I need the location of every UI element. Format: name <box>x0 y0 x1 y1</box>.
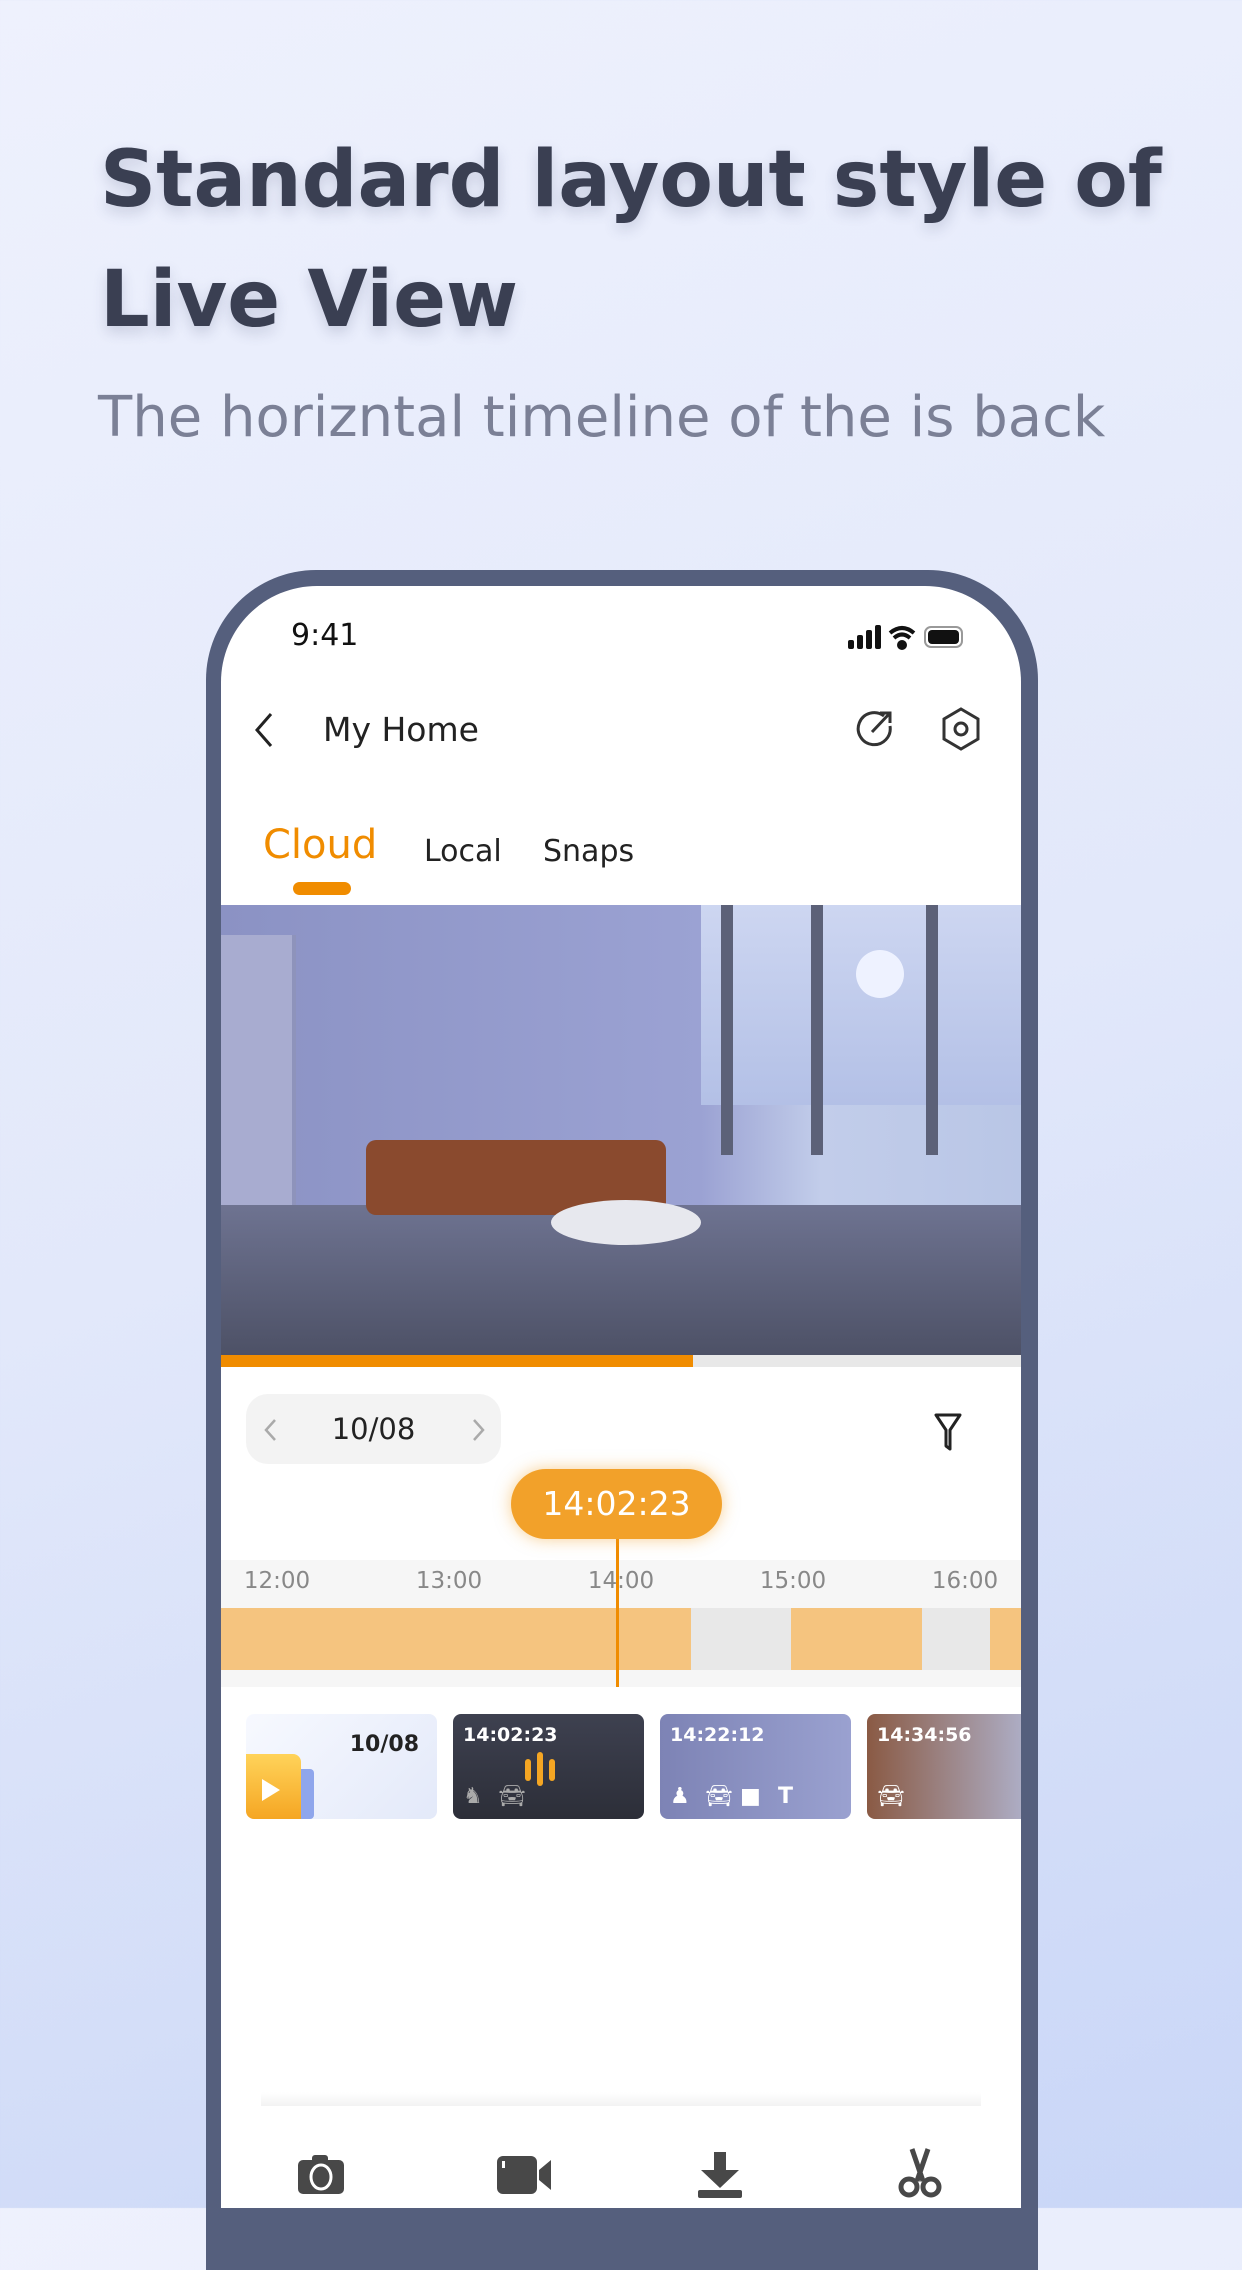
timeline-tick: 12:00 <box>243 1568 311 1594</box>
next-date-icon[interactable] <box>471 1418 487 1442</box>
playback-progress[interactable] <box>221 1355 1021 1367</box>
camera-icon[interactable] <box>296 2152 346 2196</box>
person-icon: ♟ <box>670 1784 690 1809</box>
clip-thumbnail[interactable]: 14:02:23 ♞ 🚘︎ <box>453 1714 644 1819</box>
video-player[interactable] <box>221 905 1021 1355</box>
share-icon[interactable] <box>854 708 896 750</box>
clip-time: 14:34:56 <box>877 1724 972 1746</box>
back-icon[interactable] <box>251 710 277 750</box>
clip-time: 14:22:12 <box>670 1724 765 1746</box>
signal-icon <box>848 625 881 649</box>
clip-thumbnail[interactable]: 14:34:56 🚘︎ <box>867 1714 1021 1819</box>
car-icon: 🚘︎ <box>498 1784 526 1809</box>
timeline[interactable]: 12:00 13:00 14:00 15:00 16:00 <box>221 1560 1021 1687</box>
filter-icon[interactable] <box>933 1412 963 1452</box>
recorded-segment[interactable] <box>791 1608 922 1670</box>
text-icon: T <box>778 1784 794 1809</box>
current-time-bubble: 14:02:23 <box>511 1469 722 1539</box>
device-title: My Home <box>323 710 479 749</box>
status-icons <box>848 625 963 650</box>
clip-day-summary[interactable]: 10/08 <box>246 1714 437 1819</box>
phone-screen: 9:41 My Home Cloud Local Snaps 10/08 12:… <box>221 586 1021 2208</box>
video-record-icon[interactable] <box>495 2152 555 2196</box>
pet-icon: ♞ <box>463 1784 483 1809</box>
window <box>701 905 1021 1105</box>
car-icon: 🚘︎ <box>877 1784 905 1809</box>
car-icon: 🚘︎ <box>705 1784 733 1809</box>
door <box>221 935 296 1225</box>
clip-thumbnail[interactable]: 14:22:12 ♟ 🚘︎ ■ T <box>660 1714 851 1819</box>
timeline-cursor[interactable] <box>616 1539 619 1687</box>
progress-fill <box>221 1355 693 1367</box>
toolbar-divider <box>261 2092 981 2106</box>
timeline-tick: 14:00 <box>587 1568 655 1594</box>
package-icon: ■ <box>740 1784 761 1809</box>
recorded-segment[interactable] <box>990 1608 1021 1670</box>
timeline-tick: 16:00 <box>931 1568 999 1594</box>
status-time: 9:41 <box>291 618 359 653</box>
timeline-tick: 13:00 <box>415 1568 483 1594</box>
active-tab-indicator <box>293 882 351 895</box>
promo-headline: Standard layout style of Live View <box>100 120 1162 360</box>
table <box>551 1200 701 1245</box>
headline-line-2: Live View <box>100 255 519 345</box>
tab-local[interactable]: Local <box>424 834 502 869</box>
tab-cloud[interactable]: Cloud <box>263 822 377 868</box>
download-icon[interactable] <box>695 2152 745 2200</box>
tab-snaps[interactable]: Snaps <box>543 834 634 869</box>
date-picker: 10/08 <box>246 1394 501 1464</box>
empty-segment <box>691 1608 791 1670</box>
scissors-icon[interactable] <box>897 2147 943 2199</box>
promo-subtitle: The horizntal timeline of the is back <box>98 385 1106 450</box>
empty-segment <box>922 1608 990 1670</box>
clip-date: 10/08 <box>349 1732 419 1757</box>
clip-time: 14:02:23 <box>463 1724 558 1746</box>
date-value: 10/08 <box>331 1412 416 1446</box>
recorded-segment[interactable] <box>221 1608 691 1670</box>
wifi-icon <box>888 626 916 650</box>
battery-icon <box>924 626 963 648</box>
settings-icon[interactable] <box>939 706 983 752</box>
headline-line-1: Standard layout style of <box>100 135 1162 225</box>
timeline-tick: 15:00 <box>759 1568 827 1594</box>
